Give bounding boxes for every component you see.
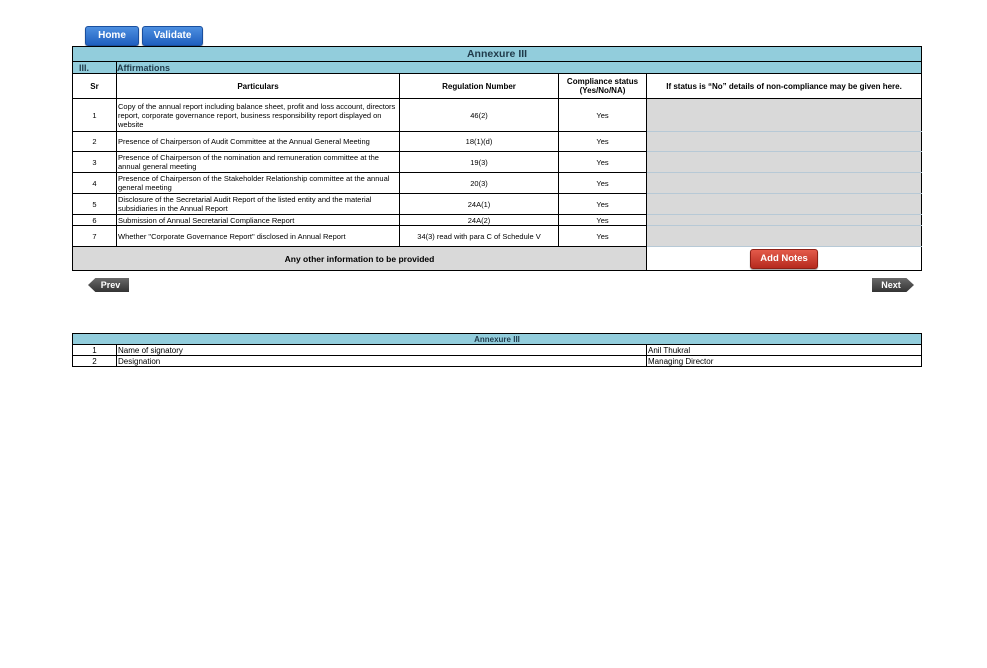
row-status[interactable]: Yes bbox=[558, 98, 647, 132]
table-row: 3 Presence of Chairperson of the nominat… bbox=[72, 151, 923, 173]
row-particulars: Presence of Chairperson of Audit Committ… bbox=[116, 131, 400, 152]
row-regulation: 46(2) bbox=[399, 98, 559, 132]
row-details-input[interactable] bbox=[645, 151, 923, 173]
row-status[interactable]: Yes bbox=[558, 225, 647, 247]
prev-button[interactable]: Prev bbox=[88, 278, 129, 292]
row-details-input[interactable] bbox=[645, 214, 923, 226]
row-sr: 6 bbox=[72, 214, 117, 226]
row-sr: 7 bbox=[72, 225, 117, 247]
header-particulars: Particulars bbox=[116, 73, 400, 99]
row-sr: 1 bbox=[72, 98, 117, 132]
table-row: 7 Whether "Corporate Governance Report" … bbox=[72, 225, 923, 247]
table-row: 5 Disclosure of the Secretarial Audit Re… bbox=[72, 193, 923, 215]
validate-button[interactable]: Validate bbox=[142, 26, 203, 46]
row-regulation: 24A(2) bbox=[399, 214, 559, 226]
header-regulation: Regulation Number bbox=[399, 73, 559, 99]
header-compliance: Compliance status (Yes/No/NA) bbox=[558, 73, 647, 99]
row-regulation: 18(1)(d) bbox=[399, 131, 559, 152]
annexure-title: Annexure III bbox=[71, 46, 923, 62]
row-status[interactable]: Yes bbox=[558, 172, 647, 194]
table-row: 1 Name of signatory Anil Thukral bbox=[72, 344, 922, 356]
row-particulars: Presence of Chairperson of the nominatio… bbox=[116, 151, 400, 173]
row-sr: 3 bbox=[72, 151, 117, 173]
row-sr: 5 bbox=[72, 193, 117, 215]
header-compliance-line2: (Yes/No/NA) bbox=[579, 86, 626, 95]
affirmations-table-container: Annexure III III. Affirmations Sr Partic… bbox=[71, 46, 923, 271]
signatory-designation-value[interactable]: Managing Director bbox=[646, 355, 922, 367]
table-row: 1 Copy of the annual report including ba… bbox=[72, 98, 923, 132]
row-details-input[interactable] bbox=[645, 193, 923, 215]
next-button[interactable]: Next bbox=[872, 278, 914, 292]
table-row: 2 Presence of Chairperson of Audit Commi… bbox=[72, 131, 923, 152]
affirmations-table: Annexure III III. Affirmations Sr Partic… bbox=[71, 46, 923, 271]
row-regulation: 34(3) read with para C of Schedule V bbox=[399, 225, 559, 247]
other-info-label: Any other information to be provided bbox=[72, 246, 647, 271]
home-button[interactable]: Home bbox=[85, 26, 139, 46]
table-row: 4 Presence of Chairperson of the Stakeho… bbox=[72, 172, 923, 194]
row-regulation: 19(3) bbox=[399, 151, 559, 173]
section-number: III. bbox=[72, 61, 117, 74]
row-status[interactable]: Yes bbox=[558, 193, 647, 215]
header-sr: Sr bbox=[72, 73, 117, 99]
signatory-label: Designation bbox=[116, 355, 647, 367]
signatory-label: Name of signatory bbox=[116, 344, 647, 356]
header-details: If status is “No” details of non-complia… bbox=[645, 73, 923, 99]
header-compliance-line1: Compliance status bbox=[566, 77, 639, 86]
row-status[interactable]: Yes bbox=[558, 214, 647, 226]
signatory-sr: 2 bbox=[72, 355, 117, 367]
add-notes-button[interactable]: Add Notes bbox=[750, 248, 819, 269]
row-status[interactable]: Yes bbox=[558, 151, 647, 173]
row-particulars: Copy of the annual report including bala… bbox=[116, 98, 400, 132]
row-sr: 4 bbox=[72, 172, 117, 194]
row-details-input[interactable] bbox=[645, 225, 923, 247]
add-notes-cell: Add Notes bbox=[645, 246, 923, 271]
row-regulation: 24A(1) bbox=[399, 193, 559, 215]
signatory-sr: 1 bbox=[72, 344, 117, 356]
row-particulars: Disclosure of the Secretarial Audit Repo… bbox=[116, 193, 400, 215]
row-sr: 2 bbox=[72, 131, 117, 152]
row-particulars: Whether "Corporate Governance Report" di… bbox=[116, 225, 400, 247]
row-details-input[interactable] bbox=[645, 172, 923, 194]
row-details-input[interactable] bbox=[645, 98, 923, 132]
signatory-table-container: Annexure III 1 Name of signatory Anil Th… bbox=[72, 333, 922, 367]
row-details-input[interactable] bbox=[645, 131, 923, 152]
signatory-name-value[interactable]: Anil Thukral bbox=[646, 344, 922, 356]
row-particulars: Submission of Annual Secretarial Complia… bbox=[116, 214, 400, 226]
table-row: 2 Designation Managing Director bbox=[72, 355, 922, 367]
signatory-title: Annexure III bbox=[72, 333, 922, 345]
table-row: 6 Submission of Annual Secretarial Compl… bbox=[72, 214, 923, 226]
row-regulation: 20(3) bbox=[399, 172, 559, 194]
row-status[interactable]: Yes bbox=[558, 131, 647, 152]
row-particulars: Presence of Chairperson of the Stakehold… bbox=[116, 172, 400, 194]
section-title: Affirmations bbox=[116, 61, 923, 74]
signatory-table: Annexure III 1 Name of signatory Anil Th… bbox=[72, 333, 922, 367]
